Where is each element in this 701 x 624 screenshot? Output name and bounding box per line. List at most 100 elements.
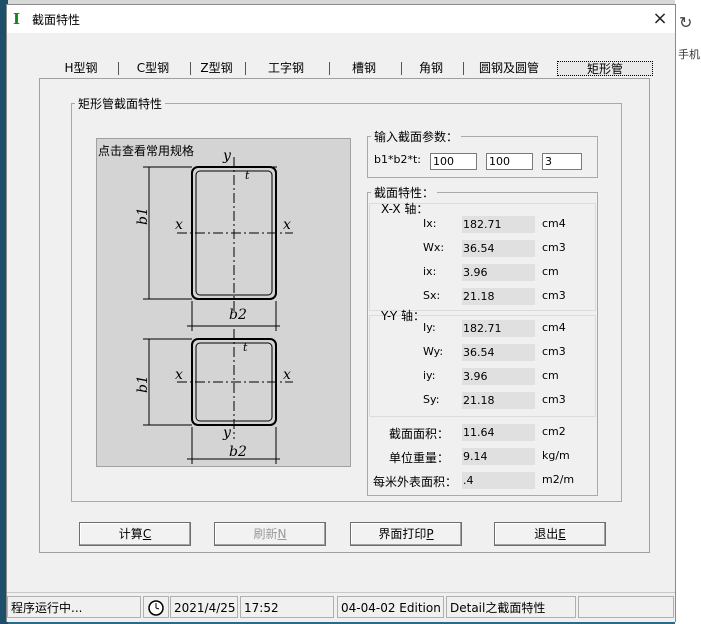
t-input[interactable]: 3 bbox=[542, 153, 582, 170]
sy-value: 21.18 bbox=[462, 392, 535, 409]
section-type-tabs: H型钢 C型钢 Z型钢 工字钢 槽钢 角钢 圆钢及圆管 矩形管 bbox=[43, 61, 653, 76]
weight-value: 9.14 bbox=[462, 448, 535, 465]
status-module: Detail之截面特性 bbox=[446, 596, 576, 618]
tab-label: C型钢 bbox=[136, 61, 170, 75]
area-value: 11.64 bbox=[462, 424, 535, 441]
iy-radius-value: 3.96 bbox=[462, 368, 535, 385]
print-screen-button[interactable]: 界面打印P bbox=[350, 522, 462, 546]
prop-label: Wx: bbox=[423, 241, 445, 254]
unit-label: cm4 bbox=[542, 217, 566, 230]
sx-value: 21.18 bbox=[462, 288, 535, 305]
status-time: 17:52 bbox=[240, 596, 334, 618]
unit-label: cm4 bbox=[542, 321, 566, 334]
b2-label: b2 bbox=[229, 444, 247, 460]
input-params-title: 输入截面参数： bbox=[371, 128, 462, 145]
thickness-label: t bbox=[243, 341, 248, 354]
tab-channel[interactable]: 槽钢 bbox=[328, 61, 402, 76]
tab-label: 角钢 bbox=[418, 61, 443, 75]
y-axis-label: y bbox=[223, 425, 231, 441]
prop-label: ix: bbox=[423, 265, 437, 278]
status-date: 2021/4/25 bbox=[170, 596, 238, 618]
tab-label: 圆钢及圆管 bbox=[478, 61, 539, 75]
wx-value: 36.54 bbox=[462, 240, 535, 257]
iy-value: 182.71 bbox=[462, 320, 535, 337]
tab-h-steel[interactable]: H型钢 bbox=[45, 61, 119, 76]
prop-label: Sy: bbox=[423, 393, 440, 406]
unit-label: cm bbox=[542, 369, 559, 382]
x-axis-label-right: x bbox=[283, 367, 291, 383]
tab-round-pipe[interactable]: 圆钢及圆管 bbox=[462, 61, 556, 76]
unit-label: cm3 bbox=[542, 289, 566, 302]
unit-label: kg/m bbox=[542, 449, 570, 462]
app-icon: I bbox=[13, 10, 21, 28]
section-properties-window: I 截面特性 × H型钢 C型钢 Z型钢 工字钢 槽钢 角钢 圆钢及圆管 矩形管… bbox=[6, 4, 676, 622]
surface-label: 每米外表面积： bbox=[373, 475, 458, 489]
window-title: 截面特性 bbox=[32, 13, 81, 27]
button-shortcut: C bbox=[142, 527, 152, 541]
refresh-icon[interactable]: ↻ bbox=[679, 13, 692, 32]
tab-c-steel[interactable]: C型钢 bbox=[117, 61, 191, 76]
b2-input[interactable]: 100 bbox=[486, 153, 533, 170]
status-empty bbox=[578, 596, 674, 618]
button-label: 计算 bbox=[118, 527, 143, 541]
y-axis-label: y bbox=[223, 148, 231, 164]
section-diagram[interactable]: 点击查看常用规格 y x x t b1 b2 x x y t b1 b2 bbox=[96, 138, 351, 467]
tab-i-beam[interactable]: 工字钢 bbox=[244, 61, 330, 76]
ix-radius-value: 3.96 bbox=[462, 264, 535, 281]
clock-icon bbox=[143, 596, 169, 618]
calculate-button[interactable]: 计算C bbox=[79, 522, 191, 546]
prop-label: Sx: bbox=[423, 289, 441, 302]
unit-label: cm bbox=[542, 265, 559, 278]
tab-z-steel[interactable]: Z型钢 bbox=[189, 61, 246, 76]
prop-label: Ix: bbox=[423, 217, 437, 230]
button-shortcut: N bbox=[277, 527, 287, 541]
desktop-partial-text: 手机 bbox=[678, 48, 700, 61]
button-label: 界面打印 bbox=[378, 527, 427, 541]
unit-label: cm3 bbox=[542, 241, 566, 254]
unit-label: m2/m bbox=[542, 473, 575, 486]
tab-angle[interactable]: 角钢 bbox=[400, 61, 464, 76]
tab-label: 工字钢 bbox=[267, 61, 304, 75]
thickness-label: t bbox=[245, 169, 250, 182]
yy-axis-title: Y-Y 轴： bbox=[381, 309, 425, 323]
title-bar[interactable]: I 截面特性 × bbox=[7, 5, 675, 33]
tab-label: 矩形管 bbox=[586, 62, 623, 76]
properties-title: 截面特性： bbox=[371, 184, 438, 201]
b2-label: b2 bbox=[229, 307, 247, 323]
x-axis-label-left: x bbox=[175, 217, 183, 233]
surface-value: .4 bbox=[462, 472, 535, 489]
rect-tube-drawing bbox=[143, 157, 293, 464]
prop-label: Iy: bbox=[423, 321, 436, 334]
x-axis-label-left: x bbox=[175, 367, 183, 383]
status-edition: 04-04-02 Edition bbox=[337, 596, 444, 618]
unit-label: cm3 bbox=[542, 393, 566, 406]
wy-value: 36.54 bbox=[462, 344, 535, 361]
button-shortcut: E bbox=[558, 527, 566, 541]
refresh-button[interactable]: 刷新N bbox=[214, 522, 326, 546]
section-group-title: 矩形管截面特性 bbox=[75, 95, 166, 112]
prop-label: iy: bbox=[423, 369, 436, 382]
prop-label: Wy: bbox=[423, 345, 444, 358]
dims-label: b1*b2*t: bbox=[374, 153, 421, 166]
b1-label: b1 bbox=[135, 375, 151, 393]
tab-label: H型钢 bbox=[64, 61, 98, 75]
x-axis-label-right: x bbox=[283, 217, 291, 233]
b1-label: b1 bbox=[135, 207, 151, 225]
tab-label: 槽钢 bbox=[351, 61, 376, 75]
ix-value: 182.71 bbox=[462, 216, 535, 233]
close-icon[interactable]: × bbox=[647, 7, 673, 31]
b1-input[interactable]: 100 bbox=[430, 153, 477, 170]
tab-label: Z型钢 bbox=[200, 61, 233, 75]
status-bar: 程序运行中... 2021/4/25 17:52 04-04-02 Editio… bbox=[7, 592, 675, 622]
button-shortcut: P bbox=[426, 527, 434, 541]
tab-rect-tube[interactable]: 矩形管 bbox=[557, 61, 653, 76]
weight-label: 单位重量： bbox=[389, 451, 450, 465]
desktop-background-right bbox=[675, 0, 701, 624]
button-label: 退出 bbox=[534, 527, 559, 541]
unit-label: cm3 bbox=[542, 345, 566, 358]
xx-axis-title: X-X 轴： bbox=[381, 202, 429, 216]
button-label: 刷新 bbox=[253, 527, 278, 541]
unit-label: cm2 bbox=[542, 425, 566, 438]
status-text: 程序运行中... bbox=[7, 596, 141, 618]
exit-button[interactable]: 退出E bbox=[494, 522, 606, 546]
